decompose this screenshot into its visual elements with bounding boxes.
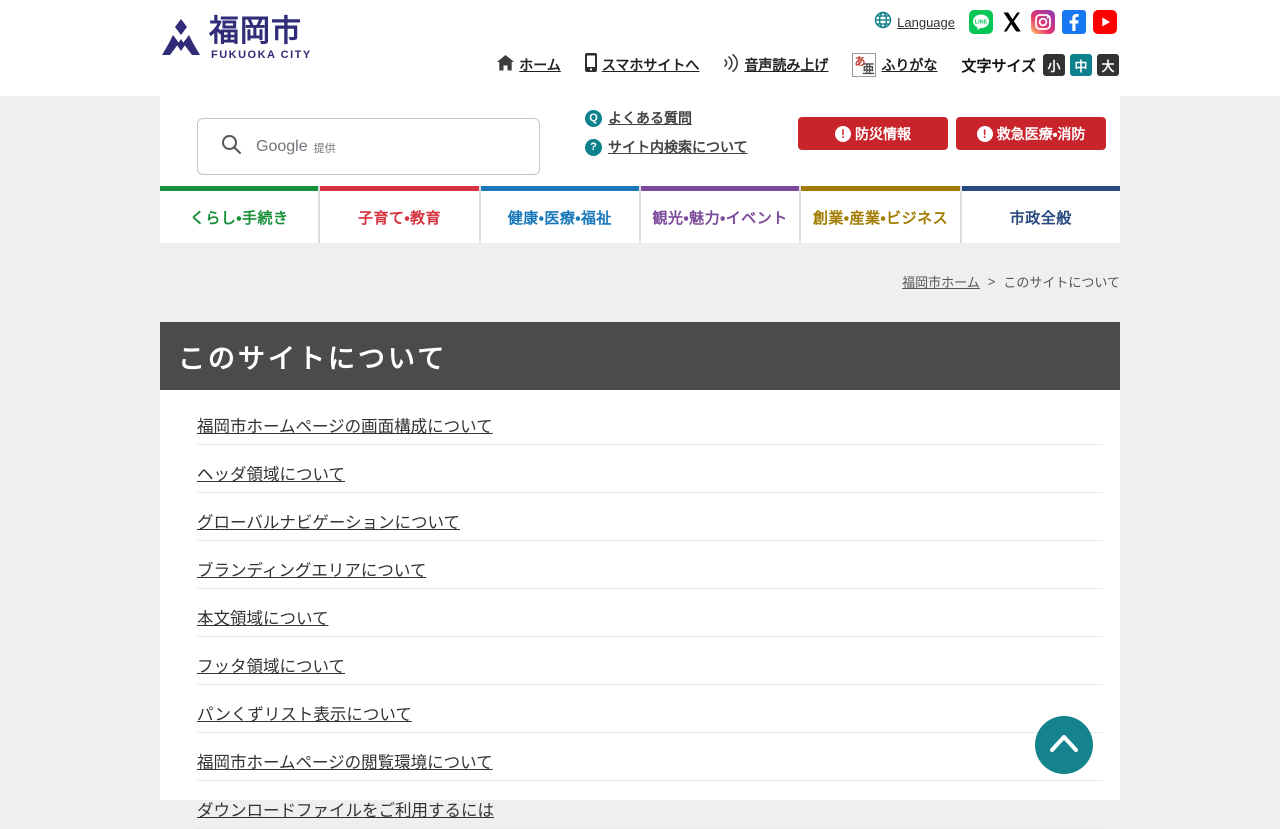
tab-living-procedures[interactable]: くらし・手続き	[160, 186, 318, 243]
tab-label: 子育て・教育	[358, 207, 441, 228]
smartphone-icon	[585, 53, 597, 77]
svg-text:LINE: LINE	[975, 20, 988, 26]
disaster-info-button[interactable]: ! 防災情報	[798, 117, 948, 150]
content-link[interactable]: 本文領域について	[197, 610, 329, 628]
x-icon[interactable]	[1000, 10, 1024, 34]
text-size-medium-button[interactable]: 中	[1070, 54, 1092, 76]
search-placeholder-suffix: 提供	[314, 140, 336, 156]
text-size-small-button[interactable]: 小	[1043, 54, 1065, 76]
faq-label: よくある質問	[608, 108, 692, 128]
content-link[interactable]: 福岡市ホームページの画面構成について	[197, 418, 493, 436]
furigana-label: ふりがな	[881, 55, 937, 75]
list-item: ブランディングエリアについて	[197, 541, 1103, 589]
line-icon[interactable]: LINE	[969, 10, 993, 34]
tab-business-industry[interactable]: 創業・産業・ビジネス	[801, 186, 959, 243]
faq-link[interactable]: Q よくある質問	[585, 108, 748, 128]
instagram-icon[interactable]	[1031, 10, 1055, 34]
text-to-speech-label: 音声読み上げ	[744, 55, 828, 75]
tab-label: 観光・魅力・イベント	[653, 207, 788, 228]
home-link[interactable]: ホーム	[497, 55, 561, 76]
emergency-medical-label: 救急医療・消防	[997, 124, 1086, 144]
breadcrumb: 福岡市ホーム > このサイトについて	[902, 272, 1120, 291]
speaker-icon	[723, 54, 739, 77]
main-content: 福岡市ホームページの画面構成について ヘッダ領域について グローバルナビゲーショ…	[160, 390, 1120, 800]
search-placeholder: Google	[256, 138, 308, 156]
content-link[interactable]: フッタ領域について	[197, 658, 345, 676]
question-circle-icon: ?	[585, 139, 602, 156]
list-item: パンくずリスト表示について	[197, 685, 1103, 733]
tab-health-medical-welfare[interactable]: 健康・医療・福祉	[481, 186, 639, 243]
content-link[interactable]: 福岡市ホームページの閲覧環境について	[197, 754, 493, 772]
text-size-control: 文字サイズ 小 中 大	[961, 54, 1119, 76]
alert-icon: !	[835, 126, 851, 142]
tab-label: 市政全般	[1010, 207, 1072, 228]
chevron-up-icon	[1048, 733, 1080, 758]
furigana-link[interactable]: あ 亜 ふりがな	[852, 53, 937, 77]
list-item: ヘッダ領域について	[197, 445, 1103, 493]
list-item: 福岡市ホームページの閲覧環境について	[197, 733, 1103, 781]
list-item: 福岡市ホームページの画面構成について	[197, 397, 1103, 445]
home-label: ホーム	[519, 55, 561, 75]
logo-subtitle: FUKUOKA CITY	[211, 49, 312, 61]
tab-city-government[interactable]: 市政全般	[962, 186, 1120, 243]
tab-label: くらし・手続き	[190, 207, 289, 228]
content-link[interactable]: ブランディングエリアについて	[197, 562, 426, 580]
smartphone-site-label: スマホサイトへ	[602, 55, 700, 75]
breadcrumb-separator: >	[988, 274, 996, 289]
quick-links: Q よくある質問 ? サイト内検索について	[585, 108, 748, 157]
smartphone-site-link[interactable]: スマホサイトへ	[585, 53, 700, 77]
home-icon	[497, 55, 514, 76]
header-utility-nav: ホーム スマホサイトへ	[497, 53, 1119, 77]
logo-text: 福岡市 FUKUOKA CITY	[209, 17, 312, 61]
site-search-help-link[interactable]: ? サイト内検索について	[585, 137, 748, 157]
language-link[interactable]: Language	[874, 11, 955, 34]
search-input[interactable]: Google 提供	[197, 118, 540, 175]
list-item: グローバルナビゲーションについて	[197, 493, 1103, 541]
content-link[interactable]: グローバルナビゲーションについて	[197, 514, 460, 532]
q-circle-icon: Q	[585, 110, 602, 127]
list-item: フッタ領域について	[197, 637, 1103, 685]
youtube-icon[interactable]	[1093, 10, 1117, 34]
breadcrumb-home-link[interactable]: 福岡市ホーム	[902, 272, 980, 291]
page-title-banner: このサイトについて	[160, 322, 1120, 390]
logo-title: 福岡市	[209, 17, 312, 47]
facebook-icon[interactable]	[1062, 10, 1086, 34]
globe-icon	[874, 11, 892, 34]
social-links: LINE	[969, 10, 1117, 34]
content-link[interactable]: パンくずリスト表示について	[197, 706, 412, 724]
main-category-nav: くらし・手続き 子育て・教育 健康・医療・福祉 観光・魅力・イベント 創業・産業…	[160, 186, 1120, 243]
scroll-to-top-button[interactable]	[1035, 716, 1093, 774]
text-size-large-button[interactable]: 大	[1097, 54, 1119, 76]
tab-label: 創業・産業・ビジネス	[813, 207, 948, 228]
text-to-speech-link[interactable]: 音声読み上げ	[723, 54, 828, 77]
list-item: 本文領域について	[197, 589, 1103, 637]
fukuoka-city-emblem-icon	[160, 17, 202, 64]
disaster-info-label: 防災情報	[855, 124, 911, 144]
breadcrumb-current: このサイトについて	[1003, 272, 1120, 291]
alert-icon: !	[977, 126, 993, 142]
content-link[interactable]: ヘッダ領域について	[197, 466, 345, 484]
page-root: 福岡市 FUKUOKA CITY Language	[0, 0, 1280, 800]
text-size-label: 文字サイズ	[961, 55, 1036, 76]
search-icon	[220, 133, 242, 160]
tab-childcare-education[interactable]: 子育て・教育	[320, 186, 478, 243]
tab-label: 健康・医療・福祉	[508, 207, 612, 228]
furigana-icon: あ 亜	[852, 53, 876, 77]
content-link-list: 福岡市ホームページの画面構成について ヘッダ領域について グローバルナビゲーショ…	[160, 390, 1120, 829]
language-label: Language	[897, 15, 955, 30]
search-section: Google 提供 Q よくある質問 ? サイト内検索について ! 防災情報 !…	[160, 96, 1120, 186]
tab-tourism-events[interactable]: 観光・魅力・イベント	[641, 186, 799, 243]
site-header: 福岡市 FUKUOKA CITY Language	[0, 0, 1280, 96]
header-top-right: Language LINE	[874, 10, 1117, 34]
emergency-medical-button[interactable]: ! 救急医療・消防	[956, 117, 1106, 150]
site-logo-link[interactable]: 福岡市 FUKUOKA CITY	[160, 17, 312, 64]
content-link[interactable]: ダウンロードファイルをご利用するには	[197, 802, 494, 820]
furigana-icon-kanji: 亜	[862, 60, 874, 77]
page-title: このサイトについて	[178, 337, 447, 376]
site-search-help-label: サイト内検索について	[608, 137, 748, 157]
list-item: ダウンロードファイルをご利用するには	[197, 781, 1103, 829]
